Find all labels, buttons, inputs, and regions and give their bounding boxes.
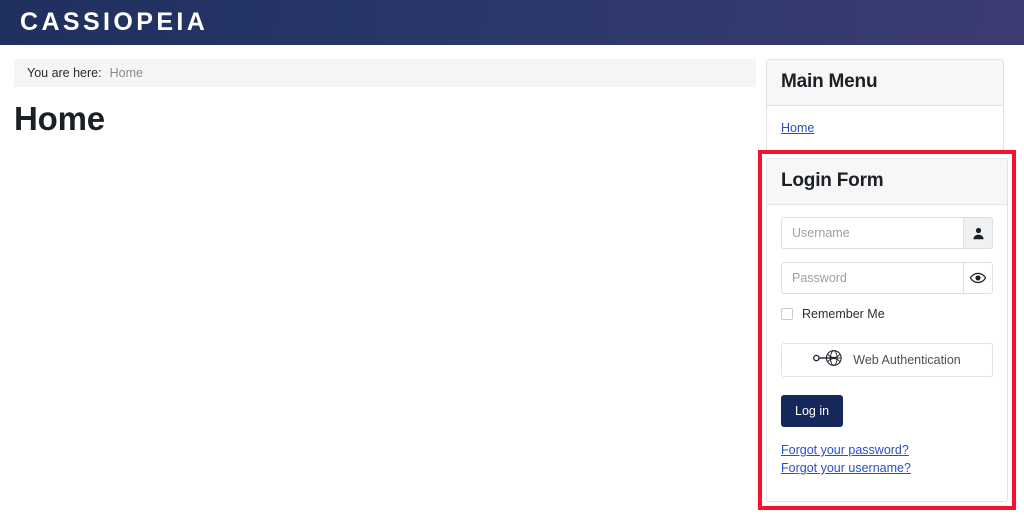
remember-me-checkbox[interactable] [781,308,793,320]
user-icon[interactable] [963,217,993,249]
password-group [781,262,993,294]
forgot-password-link[interactable]: Forgot your password? [781,443,993,457]
breadcrumb-current-item: Home [109,66,143,80]
webauthn-key-globe-icon [813,349,845,372]
eye-icon[interactable] [963,262,993,294]
login-form-highlight: Login Form Username Remember Me Web Auth… [758,150,1016,510]
site-brand[interactable]: CASSIOPEIA [20,10,208,35]
login-form-body: Remember Me [767,205,1007,493]
login-form-title: Login Form [781,170,884,191]
login-form-header: Login Form [767,159,1007,205]
username-group [781,217,993,249]
main-menu-card: Main Menu Home [766,59,1004,152]
main-menu-title: Main Menu [781,71,878,92]
remember-me-label: Remember Me [802,307,885,321]
site-header: CASSIOPEIA [0,0,1024,45]
password-input[interactable] [781,262,963,294]
username-input[interactable] [781,217,963,249]
login-form-card: Login Form Username Remember Me Web Auth… [766,158,1008,502]
sidebar-item-home[interactable]: Home [781,121,814,135]
list-item: Home [781,119,989,137]
sidebar: Main Menu Home [766,59,1004,152]
web-authentication-label: Web Authentication [853,353,961,367]
main-menu-body: Home [767,106,1003,151]
web-authentication-button[interactable]: Web Authentication [781,343,993,377]
breadcrumb-label: You are here: [27,66,102,80]
page-title: Home [14,100,105,137]
log-in-button[interactable]: Log in [781,395,844,427]
forgot-username-link[interactable]: Forgot your username? [781,461,993,475]
breadcrumb: You are here: Home [14,59,756,87]
remember-me-row: Remember Me [781,307,993,321]
page-root: CASSIOPEIA You are here: Home Home Main … [0,0,1024,516]
main-menu-header: Main Menu [767,60,1003,106]
main-menu-list: Home [781,119,989,137]
